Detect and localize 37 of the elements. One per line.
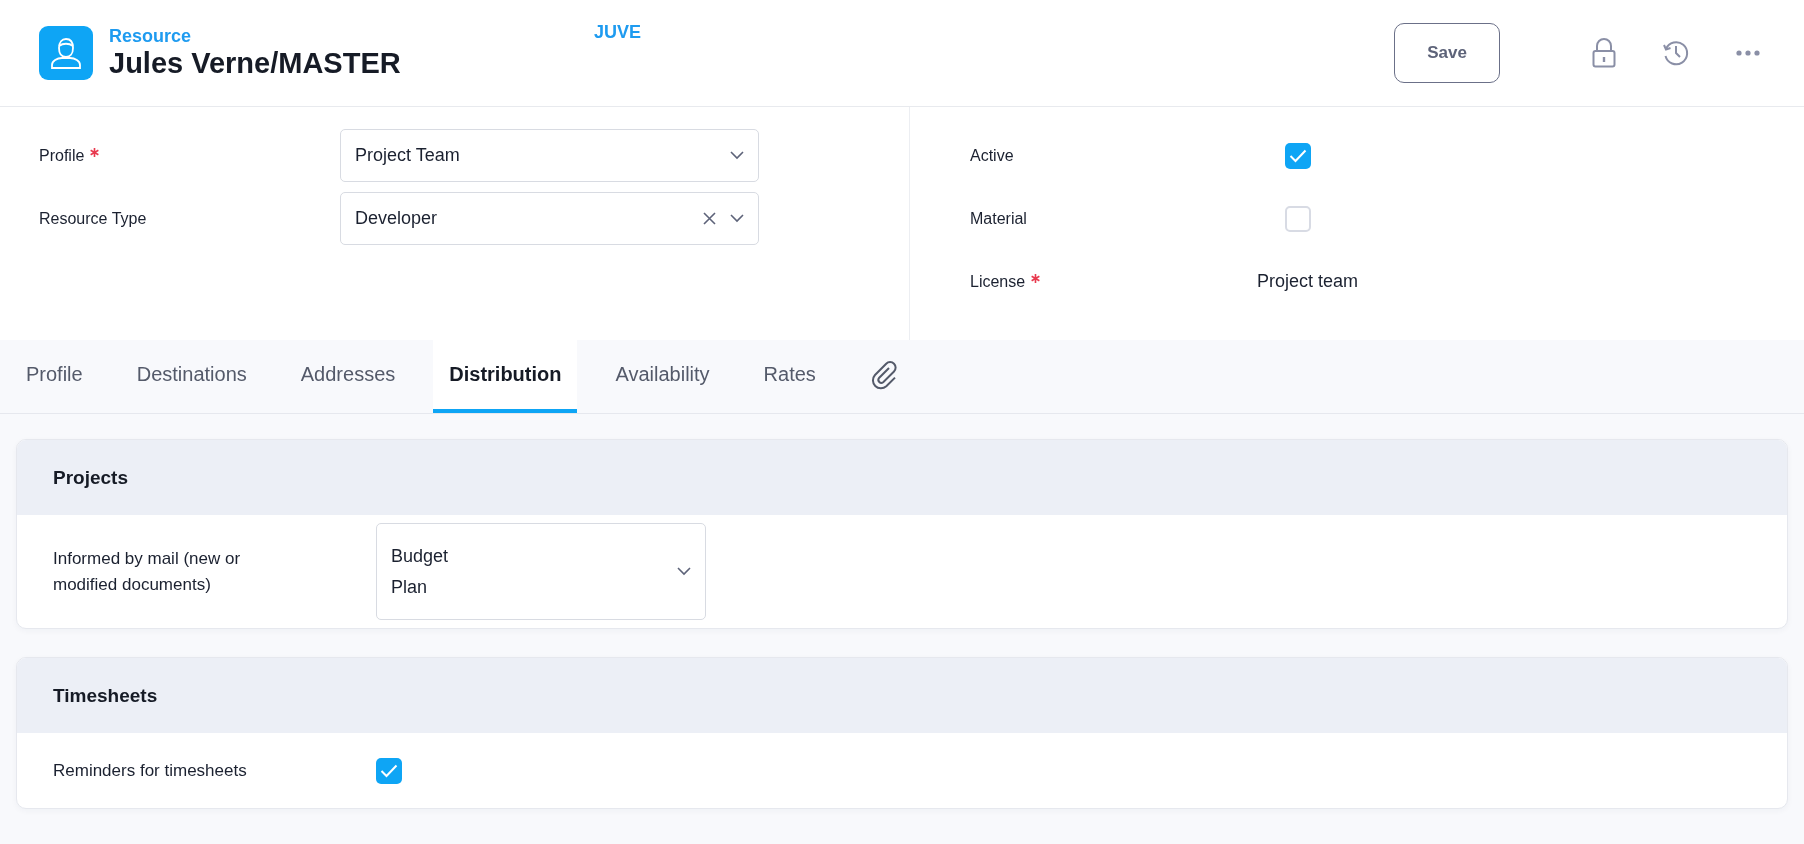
record-title: Jules Verne/MASTER [109,47,402,80]
field-label: Informed by mail (new or modified documents) [53,547,242,596]
checkbox[interactable] [1285,205,1311,232]
multiselect-field[interactable]: Budget Plan [376,523,706,620]
checkbox[interactable] [1285,142,1311,169]
selected-option: Plan [391,576,677,598]
required-icon [1031,273,1041,283]
checkmark-icon [1289,148,1307,163]
tab[interactable]: Availability [599,340,726,413]
section-title: Timesheets [53,684,158,707]
field-label: Resource Type [39,209,148,228]
field-value: Project team [1257,271,1359,292]
chevron-down-icon [730,214,744,223]
record-category: Resource [109,26,193,47]
paperclip-icon [869,359,898,390]
tab[interactable]: Destinations [120,340,263,413]
field-label: Active [970,146,1015,165]
clear-icon[interactable] [703,212,716,225]
checkmark-icon [380,763,398,778]
chevron-down-icon [730,151,744,160]
user-avatar-icon [39,26,93,80]
select-field[interactable]: Project Team [340,129,759,182]
tab[interactable]: Profile [10,340,99,413]
save-button[interactable]: Save [1394,23,1500,83]
tab[interactable]: Distribution [433,340,578,413]
record-code: JUVE [594,22,642,43]
selected-option: Budget [391,545,677,567]
tab[interactable]: Addresses [284,340,412,413]
field-label: Reminders for timesheets [53,759,248,782]
chevron-down-icon [677,567,691,576]
checkbox[interactable] [376,757,402,784]
select-field[interactable]: Developer [340,192,759,245]
required-icon [90,147,100,157]
field-label: Material [970,209,1028,228]
section-title: Projects [53,466,128,489]
tab[interactable]: Rates [747,340,832,413]
field-label: Profile [39,146,340,165]
